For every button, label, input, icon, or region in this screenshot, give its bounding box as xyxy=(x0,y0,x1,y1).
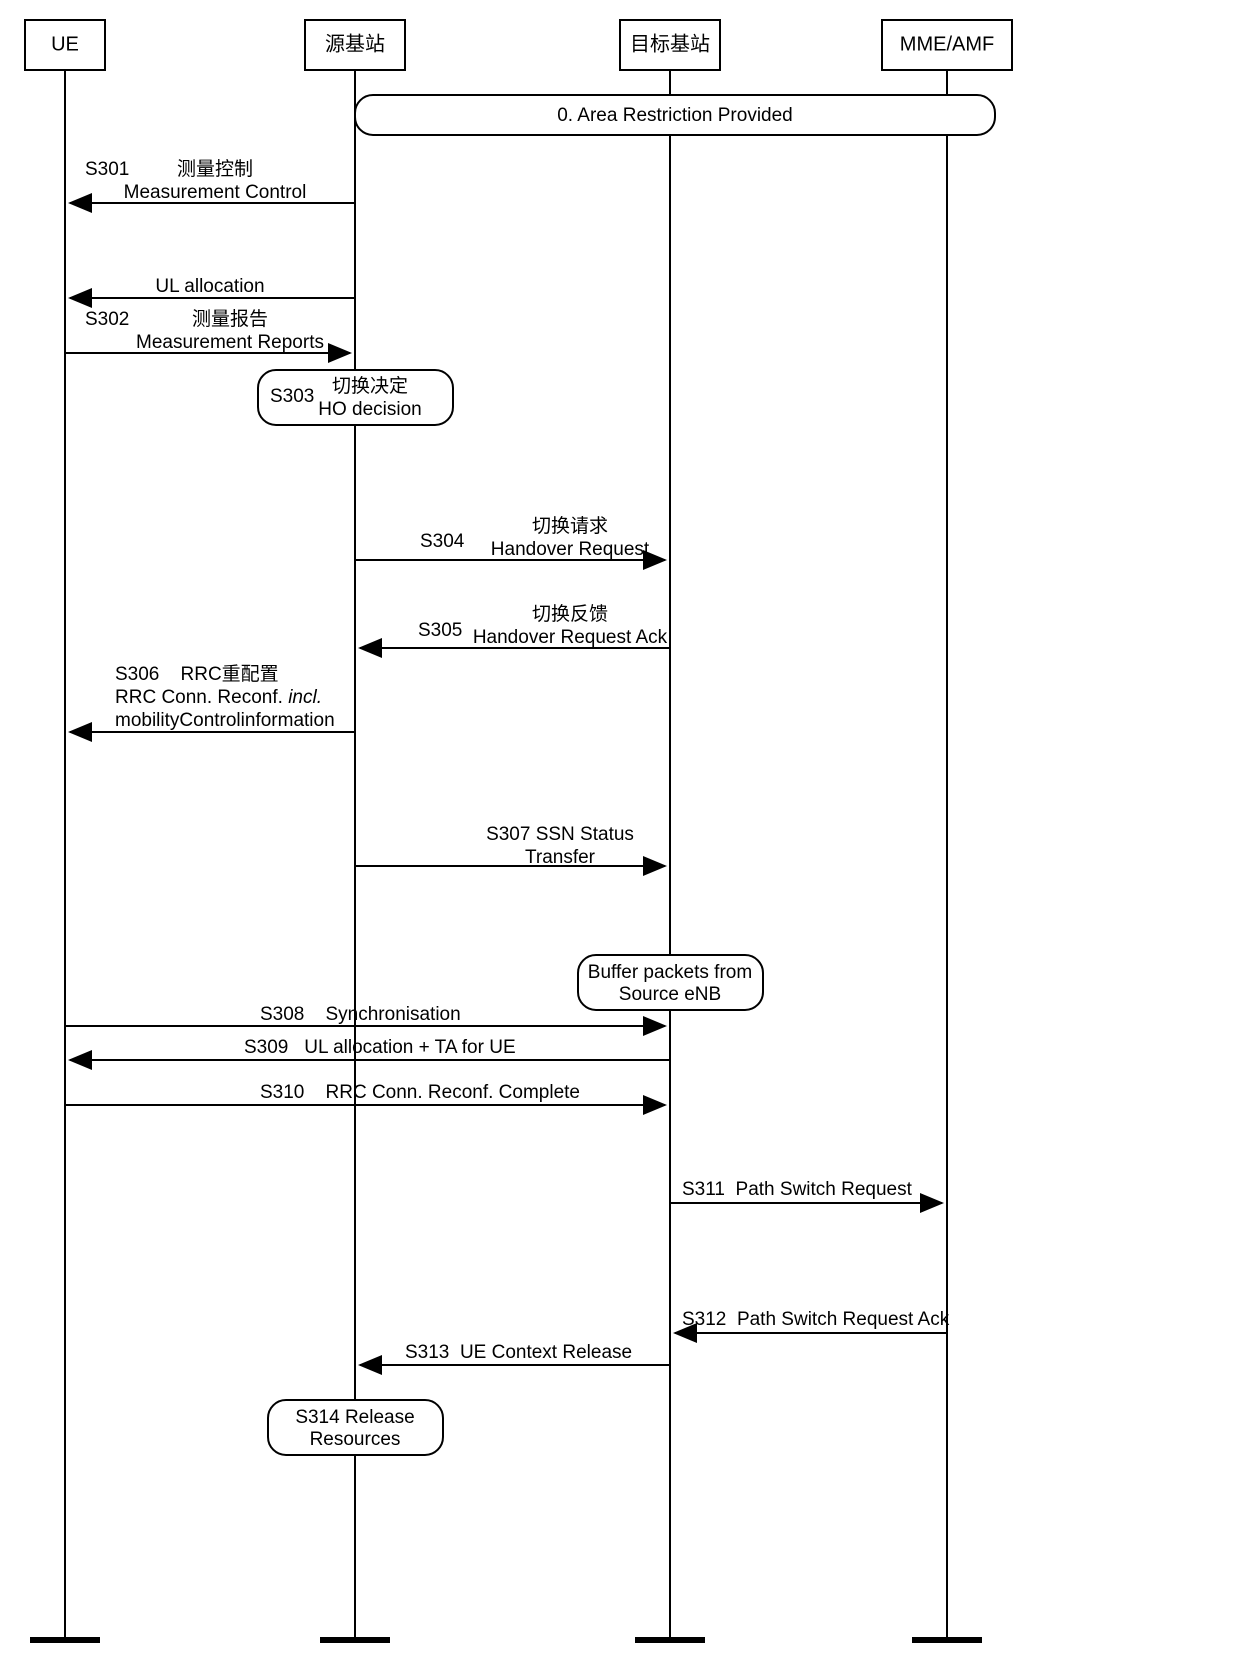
svg-text:S305: S305 xyxy=(418,620,462,641)
svg-text:UL allocation: UL allocation xyxy=(155,276,264,297)
svg-text:UE: UE xyxy=(51,33,79,55)
s302-measurement-reports: S302 测量报告 Measurement Reports xyxy=(65,308,350,353)
s305-handover-request-ack: S305 切换反馈 Handover Request Ack xyxy=(360,603,670,648)
svg-text:S312 Path Switch Request Ack: S312 Path Switch Request Ack xyxy=(682,1309,950,1330)
svg-text:Measurement Control: Measurement Control xyxy=(124,182,307,203)
s314-release-resources: S314 Release Resources xyxy=(268,1400,443,1455)
svg-text:Handover Request: Handover Request xyxy=(491,539,650,560)
svg-text:S306 RRC重配置: S306 RRC重配置 xyxy=(115,663,279,685)
svg-text:S308 Synchronisation: S308 Synchronisation xyxy=(260,1004,461,1025)
s309-ul-allocation-ta: S309 UL allocation + TA for UE xyxy=(70,1037,670,1060)
svg-text:S303: S303 xyxy=(270,386,314,407)
svg-text:切换反馈: 切换反馈 xyxy=(532,603,608,625)
svg-text:0. Area Restriction Provided: 0. Area Restriction Provided xyxy=(557,105,793,126)
svg-text:目标基站: 目标基站 xyxy=(630,32,710,55)
svg-text:源基站: 源基站 xyxy=(325,32,385,55)
s312-path-switch-request-ack: S312 Path Switch Request Ack xyxy=(675,1309,950,1333)
svg-text:切换请求: 切换请求 xyxy=(532,515,608,537)
s311-path-switch-request: S311 Path Switch Request xyxy=(670,1179,942,1203)
s306-rrc-reconf: S306 RRC重配置 RRC Conn. Reconf. incl. mobi… xyxy=(70,663,355,732)
svg-text:切换决定: 切换决定 xyxy=(332,375,408,397)
svg-text:mobilityControlinformation: mobilityControlinformation xyxy=(115,710,335,731)
svg-text:测量报告: 测量报告 xyxy=(192,308,268,330)
s308-synchronisation: S308 Synchronisation xyxy=(65,1004,665,1026)
s313-ue-context-release: S313 UE Context Release xyxy=(360,1342,670,1365)
svg-text:S307 SSN Status: S307 SSN Status xyxy=(486,824,634,845)
svg-text:Resources: Resources xyxy=(310,1429,401,1450)
svg-text:MME/AMF: MME/AMF xyxy=(900,33,994,55)
s301-measurement-control: S301 测量控制 Measurement Control xyxy=(70,158,355,203)
s310-rrc-reconf-complete: S310 RRC Conn. Reconf. Complete xyxy=(65,1082,665,1105)
ul-allocation: UL allocation xyxy=(70,276,355,298)
svg-text:RRC Conn. Reconf. incl.: RRC Conn. Reconf. incl. xyxy=(115,687,322,708)
svg-text:S311 Path Switch Request: S311 Path Switch Request xyxy=(682,1179,913,1200)
svg-text:Measurement Reports: Measurement Reports xyxy=(136,332,324,353)
step0-area-restriction: 0. Area Restriction Provided xyxy=(355,95,995,135)
s307-ssn-status-transfer: S307 SSN Status Transfer xyxy=(355,824,665,868)
s303-ho-decision: S303 切换决定 HO decision xyxy=(258,370,453,425)
svg-text:S304: S304 xyxy=(420,531,465,552)
sequence-diagram: UE 源基站 目标基站 MME/AMF 0. Area Restriction … xyxy=(0,0,1240,1673)
s304-handover-request: S304 切换请求 Handover Request xyxy=(355,515,665,560)
svg-text:S313 UE Context Release: S313 UE Context Release xyxy=(405,1342,632,1363)
svg-text:S302: S302 xyxy=(85,309,129,330)
actor-target-bs: 目标基站 xyxy=(620,20,720,70)
actor-mme-amf: MME/AMF xyxy=(882,20,1012,70)
svg-text:S301: S301 xyxy=(85,159,129,180)
svg-text:Handover Request Ack: Handover Request Ack xyxy=(473,627,668,648)
svg-text:S310 RRC Conn. Reconf. Comp: S310 RRC Conn. Reconf. Complete xyxy=(260,1082,580,1103)
svg-text:S314 Release: S314 Release xyxy=(295,1407,414,1428)
svg-text:测量控制: 测量控制 xyxy=(177,158,253,180)
svg-text:Source eNB: Source eNB xyxy=(619,984,721,1005)
svg-text:Buffer packets from: Buffer packets from xyxy=(588,962,752,983)
svg-text:S309 UL allocation + TA: S309 UL allocation + TA for UE xyxy=(244,1037,516,1058)
buffer-packets-process: Buffer packets from Source eNB xyxy=(578,955,763,1010)
svg-text:HO decision: HO decision xyxy=(318,399,422,420)
svg-text:Transfer: Transfer xyxy=(525,847,596,868)
actor-ue: UE xyxy=(25,20,105,70)
actor-source-bs: 源基站 xyxy=(305,20,405,70)
